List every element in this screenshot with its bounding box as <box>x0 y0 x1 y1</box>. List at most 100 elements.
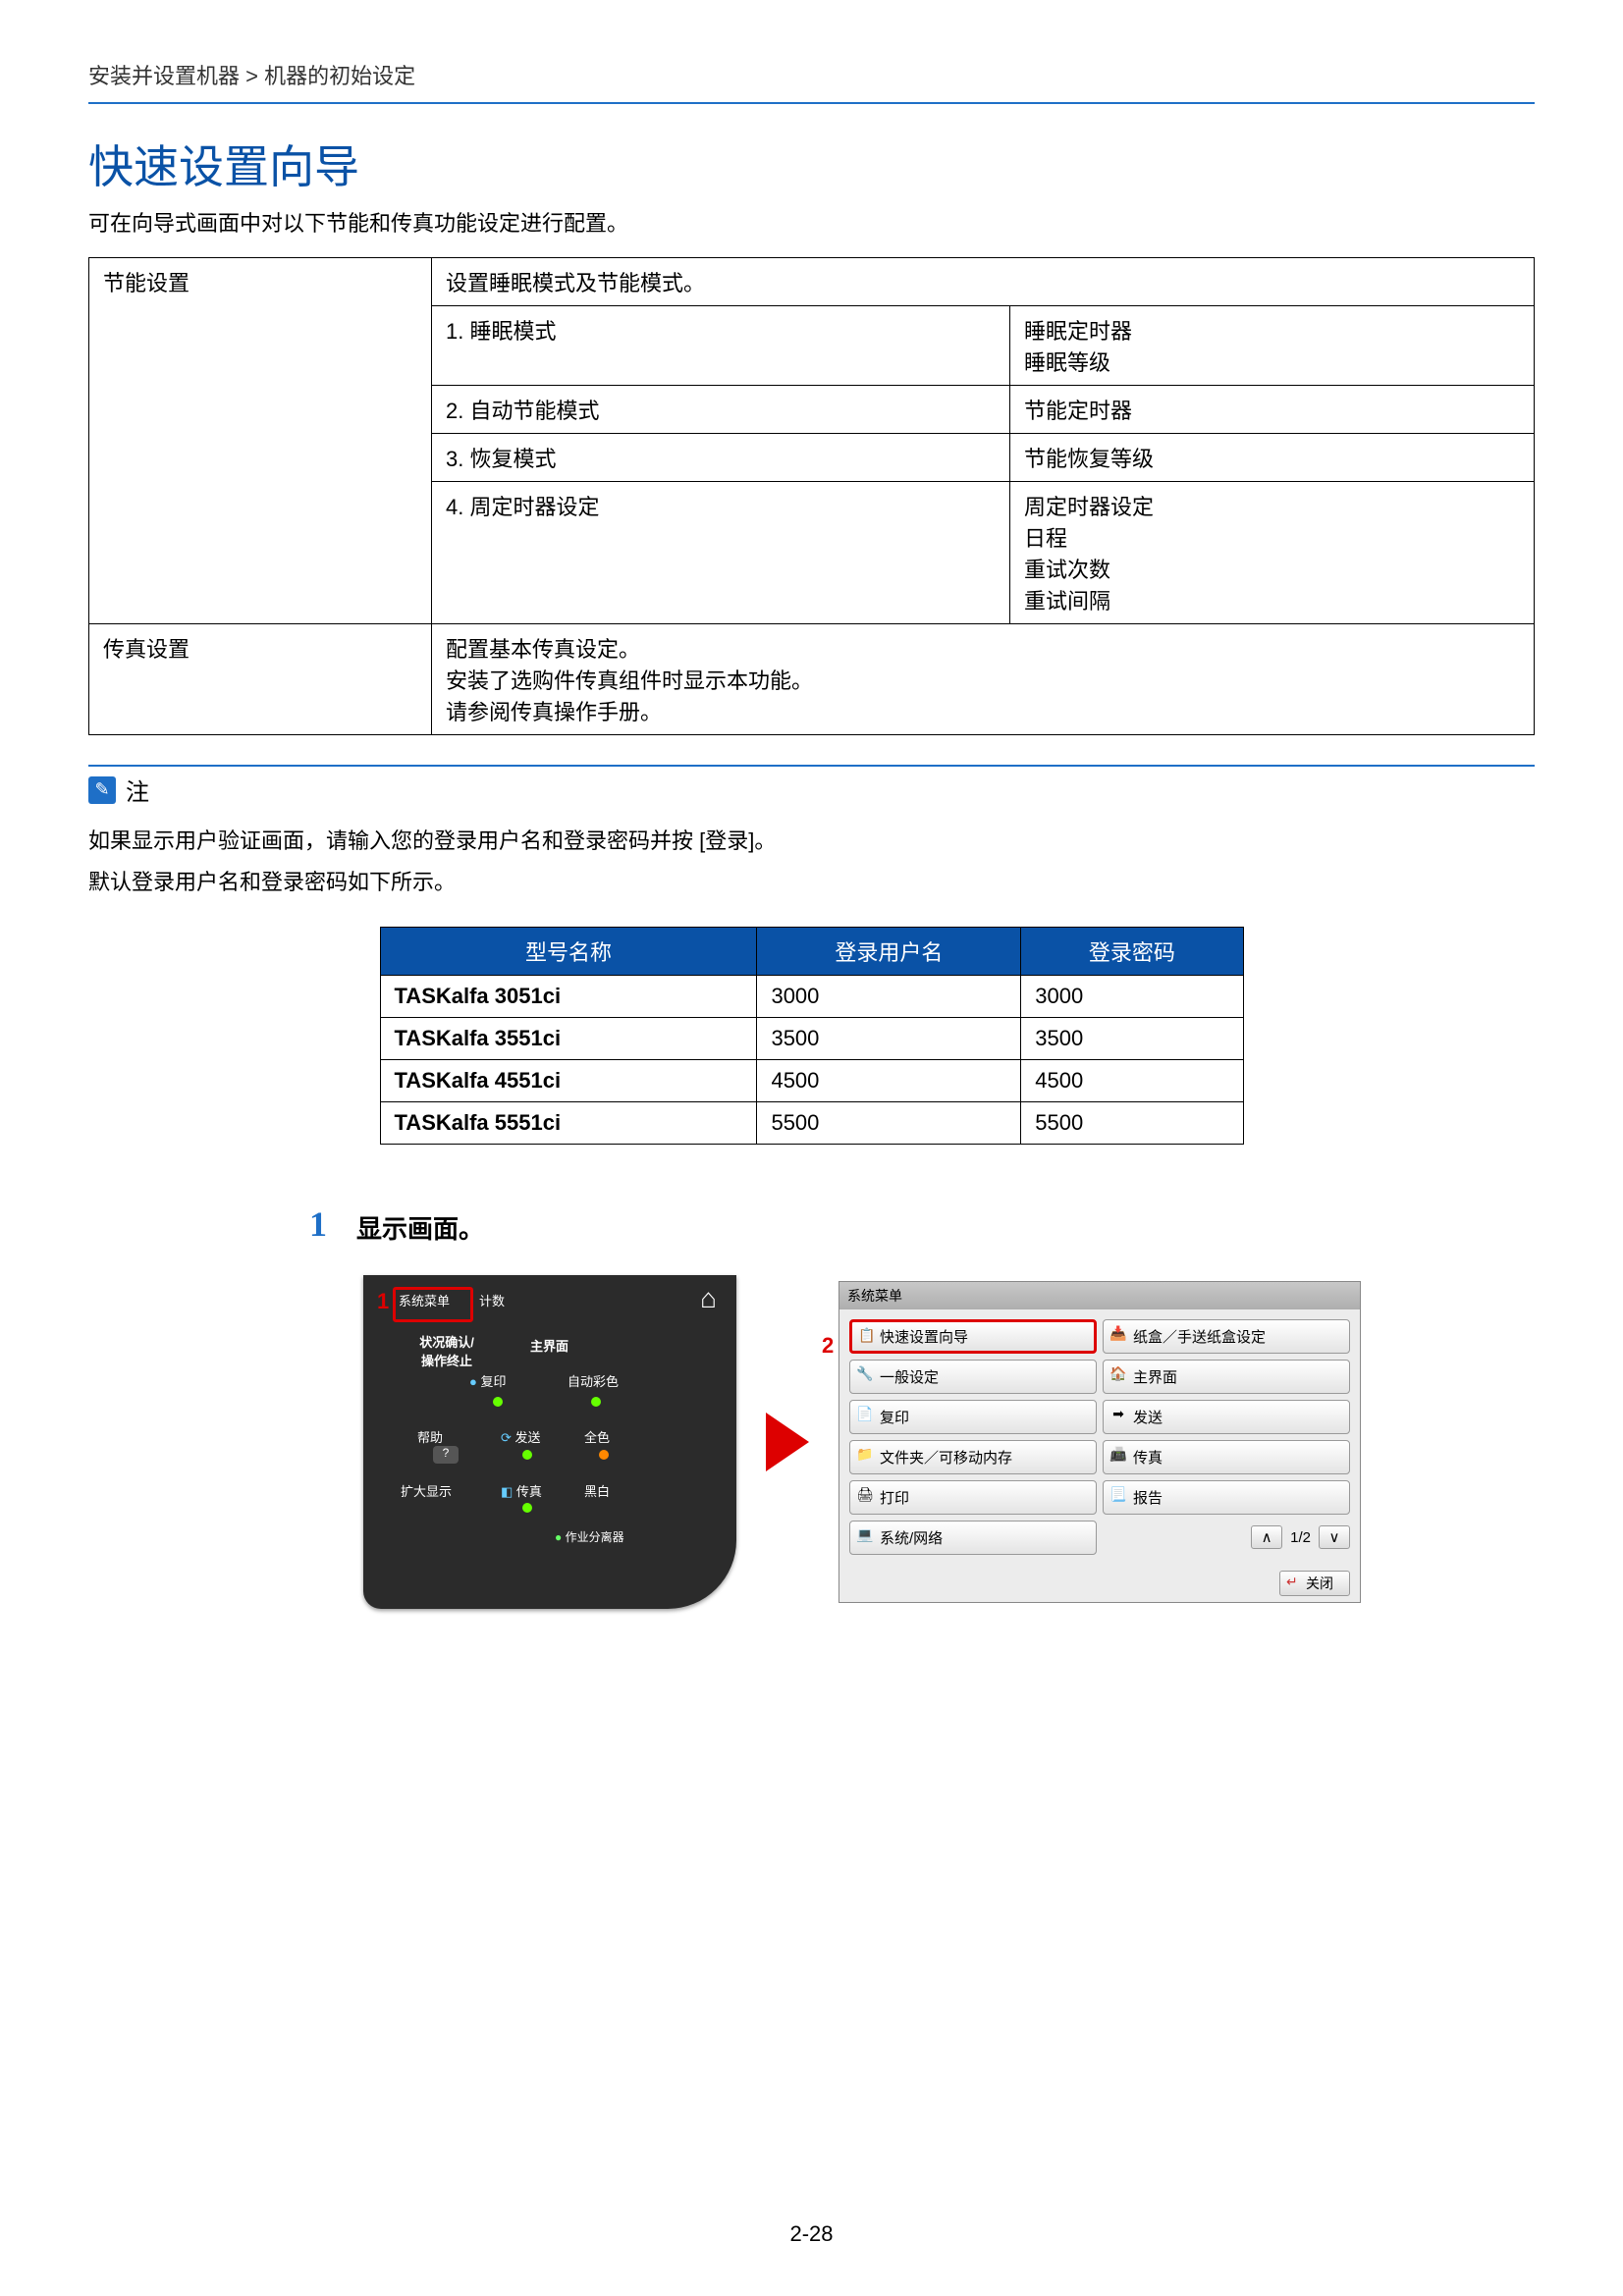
report-icon: 📃 <box>1109 1486 1127 1504</box>
control-panel-image: 1 系统菜单 计数 ⌂ 状况确认/ 操作终止 主界面 ● 复印 自动彩色 帮助 … <box>363 1275 736 1609</box>
page-down-button[interactable]: ∨ <box>1319 1525 1350 1549</box>
label: 发送 <box>1133 1410 1163 1426</box>
th-model: 型号名称 <box>380 927 757 975</box>
td: 3000 <box>757 975 1021 1017</box>
note-label: 注 <box>126 773 149 807</box>
label: 纸盒／手送纸盒设定 <box>1133 1329 1266 1346</box>
cell-r5c2: 4. 周定时器设定 <box>432 482 1010 624</box>
callout-2: 2 <box>822 1333 834 1359</box>
led-icon <box>522 1503 532 1513</box>
close-button[interactable]: ↵ 关闭 <box>1279 1571 1350 1596</box>
menu-item-docbox[interactable]: 📁 文件夹／可移动内存 <box>849 1440 1097 1474</box>
copy-button[interactable]: ● 复印 <box>469 1371 506 1390</box>
menu-item-printer[interactable]: 🖨 打印 <box>849 1480 1097 1515</box>
question-icon: ? <box>433 1446 459 1464</box>
network-icon: 💻 <box>856 1526 874 1544</box>
note-icon: ✎ <box>88 776 116 804</box>
label: 传真 <box>1133 1450 1163 1467</box>
menu-item-send[interactable]: ➡ 发送 <box>1103 1400 1350 1434</box>
note-line1: 如果显示用户验证画面，请输入您的登录用户名和登录密码并按 [登录]。 <box>88 821 1535 862</box>
status-stop-button[interactable]: 状况确认/ 操作终止 <box>403 1332 491 1369</box>
cell-r4c3: 节能恢复等级 <box>1010 434 1535 482</box>
td: TASKalfa 5551ci <box>380 1101 757 1144</box>
led-icon <box>599 1450 609 1460</box>
fullcolor-button[interactable]: 全色 <box>584 1427 610 1446</box>
wizard-icon: 📋 <box>858 1327 876 1345</box>
mainscreen-label: 主界面 <box>530 1336 568 1355</box>
menu-item-home[interactable]: 🏠 主界面 <box>1103 1360 1350 1394</box>
login-table: 型号名称 登录用户名 登录密码 TASKalfa 3051ci 3000 300… <box>380 927 1244 1145</box>
home-icon[interactable]: ⌂ <box>700 1283 717 1314</box>
label: 打印 <box>880 1490 909 1507</box>
tray-icon: 📥 <box>1109 1325 1127 1343</box>
th-user: 登录用户名 <box>757 927 1021 975</box>
td: TASKalfa 4551ci <box>380 1059 757 1101</box>
counter-button[interactable]: 计数 <box>479 1291 505 1309</box>
cell-energy-desc: 设置睡眠模式及节能模式。 <box>432 258 1535 306</box>
autocolor-button[interactable]: 自动彩色 <box>568 1371 619 1390</box>
cell-r3c2: 2. 自动节能模式 <box>432 386 1010 434</box>
cell-fax-desc: 配置基本传真设定。 安装了选购件传真组件时显示本功能。 请参阅传真操作手册。 <box>432 624 1535 735</box>
page-indicator: 1/2 <box>1290 1529 1311 1546</box>
gear-icon: 🔧 <box>856 1365 874 1383</box>
cell-r4c2: 3. 恢复模式 <box>432 434 1010 482</box>
led-icon <box>591 1397 601 1407</box>
led-icon <box>493 1397 503 1407</box>
label: 系统/网络 <box>880 1530 943 1547</box>
callout-1: 1 <box>377 1289 389 1314</box>
note-block: ✎ 注 如果显示用户验证画面，请输入您的登录用户名和登录密码并按 [登录]。 默… <box>88 765 1535 903</box>
system-menu-button[interactable]: 系统菜单 <box>399 1291 450 1309</box>
help-button[interactable]: 帮助 <box>417 1427 443 1446</box>
td: 4500 <box>757 1059 1021 1101</box>
td: 5500 <box>757 1101 1021 1144</box>
bw-button[interactable]: 黑白 <box>584 1481 610 1500</box>
td: 3000 <box>1021 975 1243 1017</box>
cell-r5c3: 周定时器设定 日程 重试次数 重试间隔 <box>1010 482 1535 624</box>
td: TASKalfa 3551ci <box>380 1017 757 1059</box>
note-line2: 默认登录用户名和登录密码如下所示。 <box>88 862 1535 903</box>
fax-button[interactable]: ◧ 传真 <box>501 1481 542 1500</box>
menu-item-quick-setup[interactable]: 📋 快速设置向导 <box>849 1319 1097 1354</box>
td: 5500 <box>1021 1101 1243 1144</box>
home-icon: 🏠 <box>1109 1365 1127 1383</box>
menu-item-system-network[interactable]: 💻 系统/网络 <box>849 1521 1097 1555</box>
close-label: 关闭 <box>1306 1575 1333 1591</box>
label: 文件夹／可移动内存 <box>880 1450 1012 1467</box>
copy-icon: 📄 <box>856 1406 874 1423</box>
label: 主界面 <box>1133 1369 1177 1386</box>
menu-item-cassette[interactable]: 📥 纸盒／手送纸盒设定 <box>1103 1319 1350 1354</box>
td: TASKalfa 3051ci <box>380 975 757 1017</box>
send-icon: ➡ <box>1109 1406 1127 1423</box>
menu-item-common[interactable]: 🔧 一般设定 <box>849 1360 1097 1394</box>
cell-energy-title: 节能设置 <box>89 258 432 624</box>
close-icon: ↵ <box>1286 1574 1298 1590</box>
intro-text: 可在向导式画面中对以下节能和传真功能设定进行配置。 <box>88 206 1535 238</box>
separator-led-label: ● 作业分离器 <box>555 1528 624 1545</box>
printer-icon: 🖨 <box>856 1486 874 1504</box>
label: 复印 <box>880 1410 909 1426</box>
menu-item-copy[interactable]: 📄 复印 <box>849 1400 1097 1434</box>
cell-r2c3: 睡眠定时器 睡眠等级 <box>1010 306 1535 386</box>
breadcrumb: 安装并设置机器 > 机器的初始设定 <box>88 59 1535 104</box>
cell-r2c2: 1. 睡眠模式 <box>432 306 1010 386</box>
page-up-button[interactable]: ∧ <box>1251 1525 1282 1549</box>
cell-r3c3: 节能定时器 <box>1010 386 1535 434</box>
menu-item-report[interactable]: 📃 报告 <box>1103 1480 1350 1515</box>
label: 快速设置向导 <box>880 1329 968 1346</box>
fax-icon: 📠 <box>1109 1446 1127 1464</box>
settings-table: 节能设置 设置睡眠模式及节能模式。 1. 睡眠模式 睡眠定时器 睡眠等级 2. … <box>88 257 1535 735</box>
page-number: 2-28 <box>0 2221 1623 2247</box>
menu-item-fax[interactable]: 📠 传真 <box>1103 1440 1350 1474</box>
window-titlebar: 系统菜单 <box>839 1282 1360 1309</box>
td: 4500 <box>1021 1059 1243 1101</box>
zoom-button[interactable]: 扩大显示 <box>401 1481 452 1500</box>
label: 一般设定 <box>880 1369 939 1386</box>
th-pass: 登录密码 <box>1021 927 1243 975</box>
folder-icon: 📁 <box>856 1446 874 1464</box>
td: 3500 <box>1021 1017 1243 1059</box>
td: 3500 <box>757 1017 1021 1059</box>
send-button[interactable]: ⟳ 发送 <box>501 1427 541 1446</box>
arrow-right-icon <box>766 1413 809 1471</box>
cell-fax-title: 传真设置 <box>89 624 432 735</box>
system-menu-window: 系统菜单 2 📋 快速设置向导 📥 纸盒／手送纸盒设定 🔧 一般设定 🏠 主界面 <box>839 1281 1361 1603</box>
